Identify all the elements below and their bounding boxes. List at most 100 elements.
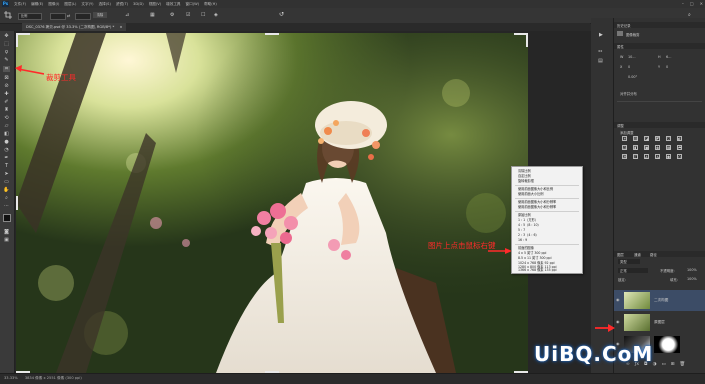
clear-button[interactable]: 清除 — [93, 12, 107, 18]
adjustment-button-icon[interactable]: ▥ — [633, 136, 638, 141]
context-menu-item[interactable]: 旋转裁剪框 — [518, 179, 534, 183]
menu-item[interactable]: 选择(S) — [99, 0, 111, 8]
adjustment-button-icon[interactable]: ◈ — [655, 145, 660, 150]
adjustment-button-icon[interactable]: ◇ — [677, 154, 682, 159]
zoom-tool-icon[interactable]: ⌕ — [3, 195, 10, 201]
ratio-height-field[interactable] — [75, 13, 91, 20]
context-menu-item[interactable]: 前面的图像 — [518, 246, 534, 250]
clone-stamp-tool-icon[interactable]: ♜ — [3, 107, 10, 113]
straighten-icon[interactable]: ⊿ — [125, 12, 132, 19]
minimize-button[interactable]: – — [682, 0, 684, 8]
gradient-tool-icon[interactable]: ◧ — [3, 131, 10, 137]
brush-tool-icon[interactable]: ✐ — [3, 99, 10, 105]
menu-item[interactable]: 视图(V) — [149, 0, 161, 8]
more-tools-icon[interactable]: ⋯ — [3, 203, 10, 209]
pen-tool-icon[interactable]: ✒ — [3, 155, 10, 161]
menu-item[interactable]: 文字(Y) — [81, 0, 93, 8]
adjustment-button-icon[interactable]: ◭ — [644, 154, 649, 159]
overlay-grid-icon[interactable]: ▦ — [150, 12, 157, 19]
opacity-value[interactable]: 100% — [687, 268, 697, 272]
path-selection-tool-icon[interactable]: ➤ — [3, 171, 10, 177]
context-menu-item[interactable]: 清除比例 — [518, 169, 531, 173]
maximize-button[interactable]: □ — [690, 0, 694, 8]
delete-layer-icon[interactable]: 🗑 — [680, 361, 686, 368]
properties-tab[interactable]: 属性 — [617, 44, 624, 49]
foreground-color-swatch[interactable] — [3, 214, 11, 222]
move-tool-icon[interactable]: ✥ — [3, 33, 10, 39]
eye-icon[interactable]: ◉ — [616, 320, 621, 324]
fill-value[interactable]: 100% — [687, 277, 697, 281]
libraries-icon[interactable]: ▤ — [598, 58, 605, 64]
crop-handle-top-left[interactable] — [16, 33, 30, 35]
content-aware-checkbox[interactable]: ☐ — [201, 12, 208, 19]
adjustment-button-icon[interactable]: ◆ — [666, 154, 671, 159]
context-menu-item[interactable]: 5 : 7 — [518, 228, 525, 232]
history-item[interactable]: 图像裁剪 — [626, 32, 640, 37]
rectangle-tool-icon[interactable]: ▭ — [3, 179, 10, 185]
adjustment-button-icon[interactable]: ☀ — [622, 136, 627, 141]
context-menu-item[interactable]: 1 : 1（方形） — [518, 218, 538, 222]
delete-cropped-pixels-checkbox[interactable]: ☑ — [186, 12, 193, 19]
ratio-select[interactable]: 比例 — [18, 13, 42, 20]
angle-value[interactable]: 0.00° — [628, 75, 637, 79]
type-tool-icon[interactable]: T — [3, 163, 10, 169]
adjustment-button-icon[interactable]: ◓ — [677, 145, 682, 150]
adjustment-button-icon[interactable]: ◮ — [655, 154, 660, 159]
context-menu-item[interactable]: 自定比例 — [518, 174, 531, 178]
document-tab[interactable]: DSC_0376 拷贝.psd @ 33.3% (二次构图, RGB/8*) *… — [22, 23, 127, 31]
layer-filter-select[interactable]: 类型 — [618, 259, 640, 264]
menu-item[interactable]: 窗口(W) — [186, 0, 200, 8]
adjustment-button-icon[interactable]: ◐ — [677, 136, 682, 141]
crop-settings-gear-icon[interactable]: ⚙ — [170, 12, 177, 19]
context-menu-item[interactable]: 4 : 5（8 : 10） — [518, 223, 541, 227]
adjustment-button-icon[interactable]: ◧ — [633, 145, 638, 150]
adjustment-button-icon[interactable]: ◫ — [633, 154, 638, 159]
adjustment-button-icon[interactable]: ◩ — [655, 136, 660, 141]
play-icon[interactable]: ▶ — [599, 32, 605, 38]
eye-icon[interactable]: ◉ — [616, 298, 621, 302]
context-menu-item[interactable]: 1366 x 768 像素 135 ppi — [518, 268, 557, 272]
reset-crop-icon[interactable]: ↺ — [279, 11, 287, 19]
menu-item[interactable]: 滤镜(T) — [116, 0, 128, 8]
layer-row[interactable]: ◉ 原图层 — [614, 312, 705, 333]
frame-tool-icon[interactable]: ⊠ — [3, 75, 10, 81]
close-window-button[interactable]: ✕ — [700, 0, 703, 8]
x-value[interactable]: 0 — [628, 65, 630, 69]
context-menu-item[interactable]: 使用前面图像大小和分辨率 — [518, 205, 556, 209]
context-menu-item[interactable]: 使用前面图像大小和比例 — [518, 187, 553, 191]
photo-canvas[interactable] — [16, 33, 528, 373]
dodge-tool-icon[interactable]: ◔ — [3, 147, 10, 153]
paths-tab[interactable]: 路径 — [650, 252, 657, 257]
adjustment-button-icon[interactable]: ⚖ — [622, 145, 627, 150]
lasso-tool-icon[interactable]: ϙ — [3, 49, 10, 55]
screen-mode-icon[interactable]: ▣ — [3, 237, 10, 243]
crop-handle-top-right-v[interactable] — [526, 33, 528, 47]
crop-handle-top[interactable] — [265, 33, 279, 35]
crop-tool-preset-icon[interactable] — [4, 11, 12, 19]
menu-item[interactable]: 帮助(H) — [204, 0, 217, 8]
context-menu-item[interactable]: 使用前面图像大小和分辨率 — [518, 200, 556, 204]
adjustment-button-icon[interactable]: ◪ — [644, 136, 649, 141]
layer-row[interactable]: ◉ 二次构图 — [614, 290, 705, 311]
document-tab-close[interactable]: × — [119, 25, 122, 29]
context-menu-item[interactable]: 8.5 x 11 英寸 300 ppi — [518, 256, 551, 260]
eyedropper-tool-icon[interactable]: ⊘ — [3, 83, 10, 89]
quick-mask-icon[interactable]: ◙ — [3, 229, 10, 235]
context-menu-item[interactable]: 使用前面大小比例 — [518, 192, 544, 196]
crop-handle-top-left-v[interactable] — [16, 33, 18, 47]
width-value[interactable]: 10... — [628, 55, 636, 59]
layer-mask-thumbnail[interactable] — [654, 336, 680, 353]
menu-item[interactable]: 增效工具 — [166, 0, 180, 8]
healing-brush-tool-icon[interactable]: ✚ — [3, 91, 10, 97]
y-value[interactable]: 0 — [666, 65, 668, 69]
fill-icon[interactable]: ◈ — [214, 12, 221, 19]
adjustment-button-icon[interactable]: ▽ — [666, 136, 671, 141]
menu-item[interactable]: 文件(F) — [14, 0, 26, 8]
document-info[interactable]: 3834 像素 x 2551 像素 (300 ppi) — [25, 376, 82, 380]
hand-tool-icon[interactable]: ✋ — [3, 187, 10, 193]
adjustment-button-icon[interactable]: ▦ — [666, 145, 671, 150]
history-tab[interactable]: 历史记录 — [617, 23, 631, 28]
swap-icon[interactable]: ⇄ — [67, 13, 72, 18]
adjustments-tab[interactable]: 调整 — [617, 123, 624, 128]
context-menu-item[interactable]: 原始比例 — [518, 213, 531, 217]
